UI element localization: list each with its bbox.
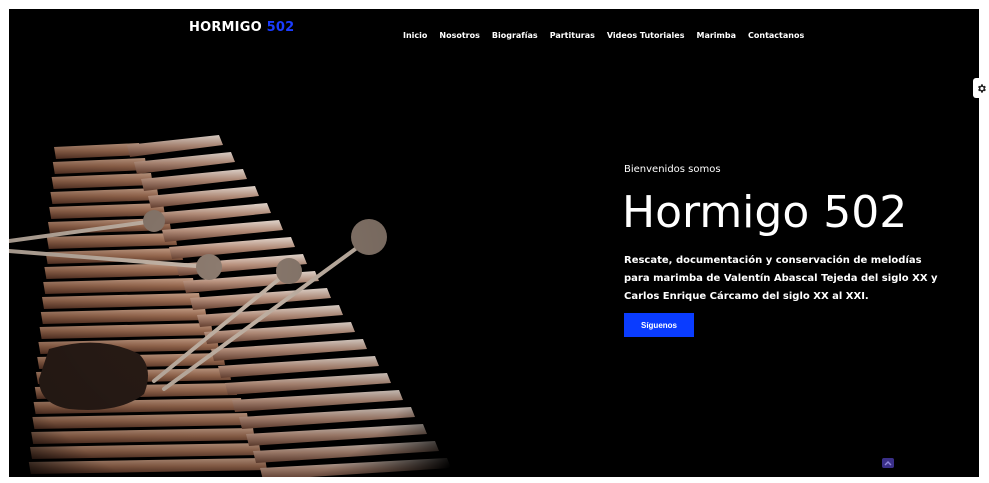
follow-us-button[interactable]: Síguenos [624,313,694,337]
nav-item-marimba: Marimba [696,23,736,42]
nav-link-contactanos[interactable]: Contactanos [748,31,804,40]
back-to-top-button[interactable] [882,458,894,468]
nav-item-biografias: Biografías [492,23,538,42]
hero-kicker: Bienvenidos somos [624,164,721,175]
nav-link-marimba[interactable]: Marimba [696,31,736,40]
hero-description: Rescate, documentación y conservación de… [624,255,938,302]
nav-link-partituras[interactable]: Partituras [550,31,595,40]
top-navbar: HORMIGO 502 Inicio Nosotros Biografías P… [9,9,979,49]
brand-name: HORMIGO [189,20,262,35]
nav-item-partituras: Partituras [550,23,595,42]
brand-accent: 502 [266,20,295,35]
nav-link-inicio[interactable]: Inicio [403,31,427,40]
nav-item-inicio: Inicio [403,23,427,42]
marimba-image [9,9,479,477]
nav-link-biografias[interactable]: Biografías [492,31,538,40]
nav-item-contactanos: Contactanos [748,23,804,42]
brand-logo[interactable]: HORMIGO 502 [189,20,294,35]
landing-page: HORMIGO 502 Inicio Nosotros Biografías P… [9,9,979,477]
main-menu: Inicio Nosotros Biografías Partituras Vi… [403,23,804,42]
nav-item-nosotros: Nosotros [439,23,479,42]
nav-link-videos-tutoriales[interactable]: Videos Tutoriales [607,31,685,40]
nav-link-nosotros[interactable]: Nosotros [439,31,479,40]
chevron-up-icon [884,461,892,466]
hero-title: Hormigo 502 [622,187,908,238]
nav-item-videos-tutoriales: Videos Tutoriales [607,23,685,42]
gear-icon [977,83,986,93]
settings-toggle-button[interactable] [973,78,989,98]
